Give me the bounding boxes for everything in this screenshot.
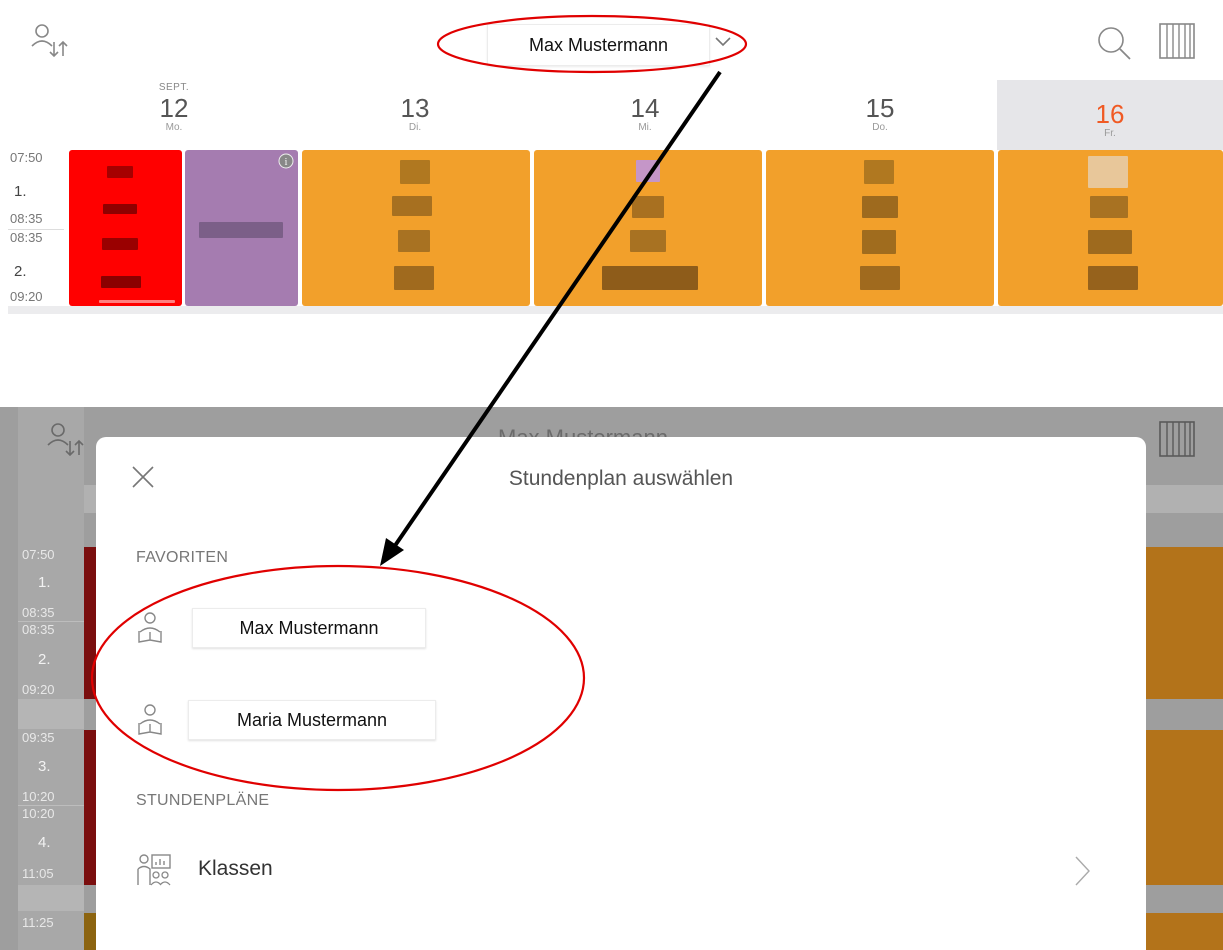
dimmed-lesson-orange	[1135, 547, 1223, 699]
day-header-tuesday: 13 Di.	[400, 93, 430, 133]
lesson-tuesday[interactable]	[302, 150, 530, 306]
lesson-monday-info[interactable]: i	[185, 150, 298, 306]
favorite-max-mustermann[interactable]: Max Mustermann	[192, 608, 426, 648]
timetables-section-label: STUNDENPLÄNE	[136, 792, 270, 809]
week-view-icon[interactable]	[1158, 22, 1198, 67]
select-timetable-dialog: Stundenplan auswählen FAVORITEN Max Must…	[96, 437, 1146, 950]
day-header-thursday: 15 Do.	[865, 93, 895, 133]
period-4-start: 10:20	[22, 806, 55, 821]
chevron-right-icon	[1072, 855, 1092, 892]
period-2-number: 2.	[38, 651, 51, 668]
period-1-number: 1.	[38, 574, 51, 591]
period-1-number: 1.	[14, 183, 27, 200]
class-icon	[136, 853, 172, 892]
day-header-monday: SEPT. 12 Mo.	[158, 82, 190, 133]
chevron-down-icon[interactable]	[712, 30, 734, 57]
lesson-wednesday[interactable]	[534, 150, 762, 306]
break-gap	[18, 885, 84, 911]
klassen-label: Klassen	[198, 857, 273, 880]
switch-person-icon	[46, 421, 86, 466]
period-1-start: 07:50	[22, 547, 55, 562]
day-header-friday-today: 16 Fr.	[997, 80, 1223, 150]
break-gap	[18, 699, 84, 729]
period-2-start: 08:35	[10, 230, 43, 245]
timetable-selector[interactable]: Max Mustermann	[487, 24, 710, 66]
timetable-bottom-strip	[8, 306, 1223, 314]
period-1-start: 07:50	[10, 150, 43, 165]
lesson-friday[interactable]	[998, 150, 1223, 306]
period-3-start: 09:35	[22, 730, 55, 745]
timetable-selector-overlay: Max Mustermann 07:50 1. 08:35 08:35 2. 0…	[0, 407, 1223, 950]
period-2-end: 09:20	[22, 682, 55, 697]
timetable-category-klassen[interactable]: Klassen	[132, 845, 1092, 895]
period-2-end: 09:20	[10, 289, 43, 304]
period-4-end: 11:05	[22, 866, 54, 881]
timetable-week-view: Max Mustermann SEPT. 12 Mo. 13 Di. 14 Mi…	[0, 0, 1223, 320]
period-1-end: 08:35	[10, 211, 43, 226]
switch-person-icon[interactable]	[30, 22, 70, 67]
week-view-icon	[1158, 420, 1198, 465]
lesson-thursday[interactable]	[766, 150, 994, 306]
period-1-end: 08:35	[22, 605, 55, 620]
period-3-number: 3.	[38, 758, 51, 775]
search-icon[interactable]	[1095, 24, 1133, 67]
day-header-wednesday: 14 Mi.	[630, 93, 660, 133]
dimmed-lesson-orange	[1135, 913, 1223, 950]
info-icon[interactable]: i	[278, 153, 294, 174]
period-4-number: 4.	[38, 834, 51, 851]
dimmed-lesson-orange	[1135, 730, 1223, 885]
period-3-end: 10:20	[22, 789, 55, 804]
favorites-section-label: FAVORITEN	[136, 549, 229, 566]
period-5-start: 11:25	[22, 915, 54, 930]
reading-person-icon	[136, 703, 164, 742]
dialog-title: Stundenplan auswählen	[508, 467, 734, 490]
favorite-maria-mustermann[interactable]: Maria Mustermann	[188, 700, 436, 740]
period-2-number: 2.	[14, 263, 27, 280]
reading-person-icon	[136, 611, 164, 650]
lesson-monday-cancelled[interactable]	[69, 150, 182, 306]
period-2-start: 08:35	[22, 622, 55, 637]
svg-text:i: i	[285, 157, 288, 168]
